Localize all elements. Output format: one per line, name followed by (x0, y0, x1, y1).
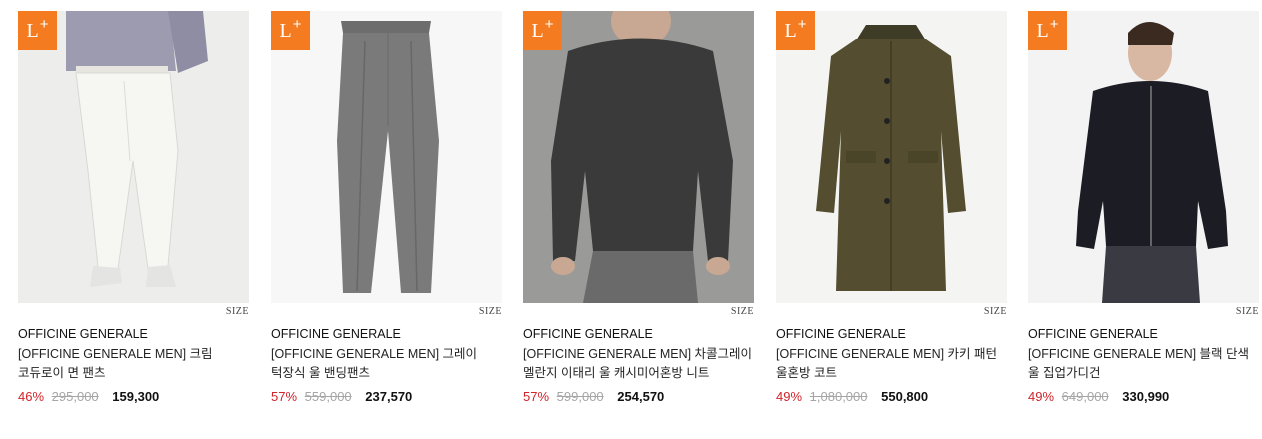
product-card[interactable]: L + SIZE OFFICINE GENERALE [OFFICINE GENE… (1028, 11, 1259, 404)
product-image-grey-wool-pants[interactable]: L + (271, 11, 502, 303)
product-name[interactable]: [OFFICINE GENERALE MEN] 블랙 단색 울 집업가디건 (1028, 345, 1259, 383)
lplus-badge-icon: L + (271, 11, 310, 50)
discount-rate: 49% (776, 389, 803, 404)
brand-name: OFFICINE GENERALE (271, 327, 401, 341)
size-link[interactable]: SIZE (731, 306, 754, 317)
size-link[interactable]: SIZE (226, 306, 249, 317)
product-name[interactable]: [OFFICINE GENERALE MEN] 차콜그레이 멜란지 이태리 울 … (523, 345, 754, 383)
discount-rate: 57% (271, 389, 298, 404)
original-price: 649,000 (1061, 389, 1109, 404)
discount-rate: 46% (18, 389, 45, 404)
original-price: 559,000 (304, 389, 352, 404)
original-price: 1,080,000 (809, 389, 868, 404)
product-grid: L + SIZE OFFICINE GENERALE [OFFICINE GENE… (0, 0, 1262, 439)
product-image-khaki-coat[interactable]: L + (776, 11, 1007, 303)
price-row: 57% 599,000 254,570 (523, 389, 664, 404)
product-name[interactable]: [OFFICINE GENERALE MEN] 그레이 턱장식 울 밴딩팬츠 (271, 345, 502, 383)
sale-price: 159,300 (112, 389, 160, 404)
sale-price: 330,990 (1122, 389, 1170, 404)
price-row: 49% 649,000 330,990 (1028, 389, 1169, 404)
discount-rate: 49% (1028, 389, 1055, 404)
original-price: 295,000 (51, 389, 99, 404)
product-card[interactable]: L + SIZE OFFICINE GENERALE [OFFICINE GENE… (523, 11, 754, 404)
product-name[interactable]: [OFFICINE GENERALE MEN] 크림 코듀로이 면 팬츠 (18, 345, 249, 383)
lplus-badge-icon: L + (776, 11, 815, 50)
sale-price: 254,570 (617, 389, 665, 404)
price-row: 49% 1,080,000 550,800 (776, 389, 928, 404)
brand-name: OFFICINE GENERALE (776, 327, 906, 341)
price-row: 57% 559,000 237,570 (271, 389, 412, 404)
brand-name: OFFICINE GENERALE (1028, 327, 1158, 341)
product-image-cream-corduroy-pants[interactable]: L + (18, 11, 249, 303)
lplus-badge-icon: L + (1028, 11, 1067, 50)
sale-price: 237,570 (365, 389, 413, 404)
sale-price: 550,800 (881, 389, 929, 404)
size-link[interactable]: SIZE (1236, 306, 1259, 317)
product-card[interactable]: L + SIZE OFFICINE GENERALE [OFFICINE GENE… (18, 11, 249, 404)
lplus-badge-icon: L + (523, 11, 562, 50)
product-card[interactable]: L + SIZE OFFICINE GENERALE [OFFICINE GENE… (271, 11, 502, 404)
size-link[interactable]: SIZE (984, 306, 1007, 317)
lplus-badge-icon: L + (18, 11, 57, 50)
size-link[interactable]: SIZE (479, 306, 502, 317)
product-card[interactable]: L + SIZE OFFICINE GENERALE [OFFICINE GENE… (776, 11, 1007, 404)
product-name[interactable]: [OFFICINE GENERALE MEN] 카키 패턴 울혼방 코트 (776, 345, 1007, 383)
product-image-charcoal-knit[interactable]: L + (523, 11, 754, 303)
product-image-black-zip-cardigan[interactable]: L + (1028, 11, 1259, 303)
discount-rate: 57% (523, 389, 550, 404)
brand-name: OFFICINE GENERALE (523, 327, 653, 341)
original-price: 599,000 (556, 389, 604, 404)
brand-name: OFFICINE GENERALE (18, 327, 148, 341)
price-row: 46% 295,000 159,300 (18, 389, 159, 404)
